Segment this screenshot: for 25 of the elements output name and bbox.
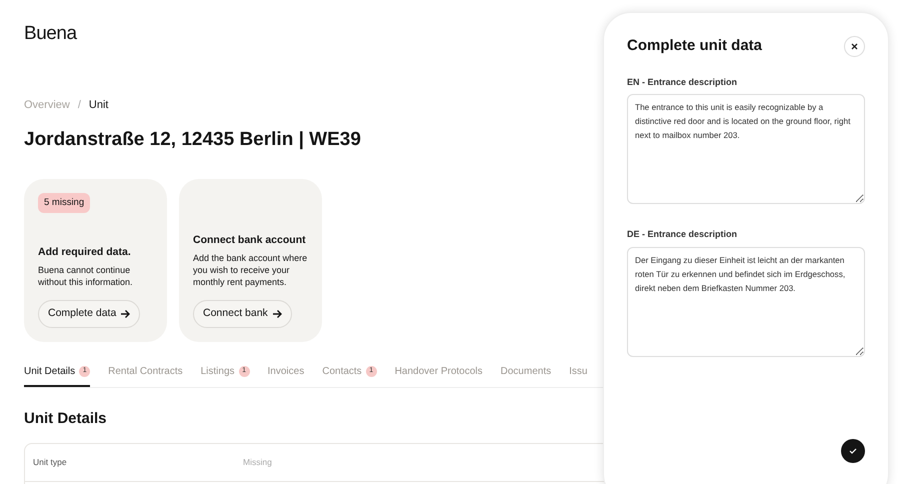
card-button[interactable]: Complete data	[38, 300, 140, 328]
missing-badge: 5 missing	[38, 193, 90, 214]
arrow-right-icon	[120, 309, 130, 320]
check-icon	[849, 448, 857, 454]
description-field[interactable]: Der Eingang zu dieser Einheit ist leicht an der markanten roten Tür zu erkennen und befindet sich im Erdgeschoss, direkt neben dem Briefkasten Nummer 203.	[627, 246, 865, 356]
card-description: Add the bank account where you wish to receive your monthly rent payments.	[193, 252, 308, 288]
field-label: EN - Entrance description	[627, 76, 738, 89]
close-icon	[851, 42, 858, 50]
breadcrumb-separator: /	[78, 98, 81, 113]
panel-title: Complete unit data	[627, 36, 762, 56]
arrow-right-icon	[272, 309, 282, 320]
row-value: Missing	[243, 456, 272, 468]
confirm-button[interactable]	[841, 439, 865, 463]
field-label: DE - Entrance description	[627, 228, 738, 241]
card-heading: Connect bank account	[193, 232, 307, 248]
logo[interactable]: Buena	[24, 24, 77, 43]
breadcrumb-link[interactable]: Unit	[88, 97, 108, 114]
section-title: Unit Details	[24, 409, 107, 429]
card-description: Buena cannot continue without this information.	[38, 264, 134, 288]
close-button[interactable]	[844, 36, 865, 57]
row-label: Unit type	[33, 456, 68, 468]
card-button[interactable]: Connect bank	[193, 300, 292, 328]
page-title: Jordanstraße 12, 12435 Berlin | WE39	[24, 128, 361, 152]
description-field[interactable]: The entrance to this unit is easily recognizable by a distinctive red door and is located on the ground floor, right next to mailbox number 203.	[627, 94, 865, 204]
card-heading: Add required data.	[38, 244, 132, 260]
